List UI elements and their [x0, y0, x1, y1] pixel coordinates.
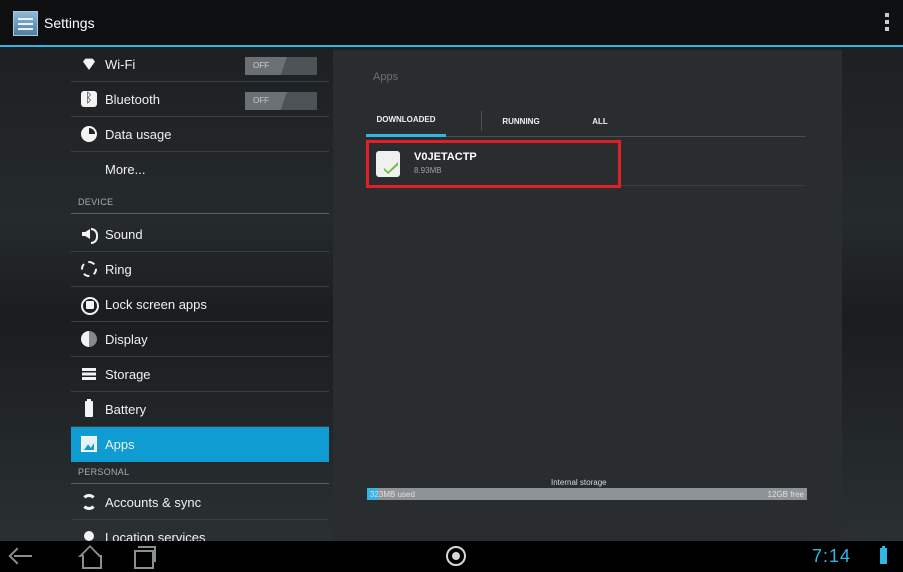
section-header-label: PERSONAL: [78, 467, 130, 477]
section-header-device: DEVICE: [71, 192, 329, 214]
settings-item-more[interactable]: More...: [71, 152, 329, 188]
settings-item-wifi[interactable]: Wi-Fi OFF: [71, 47, 329, 82]
storage-bar: 323MB used 12GB free: [367, 488, 807, 500]
settings-item-label: More...: [105, 162, 146, 177]
settings-item-label: Display: [105, 332, 148, 347]
settings-item-label: Battery: [105, 402, 147, 417]
sync-icon: [81, 494, 97, 510]
clock: 7:14: [812, 546, 852, 566]
overflow-menu-icon[interactable]: [885, 13, 890, 33]
section-header-label: DEVICE: [78, 197, 114, 207]
settings-item-apps[interactable]: Apps: [71, 427, 329, 462]
apps-pane: Apps DOWNLOADED RUNNING ALL V0JETACTP 8.…: [333, 50, 842, 541]
data-usage-icon: [81, 126, 97, 142]
highlight-box: [366, 140, 621, 188]
speaker-icon: [81, 226, 98, 244]
settings-item-data-usage[interactable]: Data usage: [71, 117, 329, 152]
settings-item-label: Lock screen apps: [105, 297, 207, 312]
recent-apps-icon[interactable]: [134, 546, 156, 569]
page-title: Settings: [44, 15, 95, 31]
settings-item-storage[interactable]: Storage: [71, 357, 329, 392]
toggle-state: OFF: [253, 61, 269, 70]
settings-item-label: Data usage: [105, 127, 172, 142]
settings-item-display[interactable]: Display: [71, 322, 329, 357]
ring-icon: [81, 261, 97, 277]
settings-item-sound[interactable]: Sound: [71, 217, 329, 252]
settings-item-lock-screen-apps[interactable]: Lock screen apps: [71, 287, 329, 322]
settings-item-label: Sound: [105, 227, 143, 242]
apps-icon: [81, 436, 97, 452]
wifi-icon: [81, 56, 97, 72]
apps-tabs: DOWNLOADED RUNNING ALL: [366, 105, 805, 137]
back-icon[interactable]: [8, 546, 34, 566]
wifi-toggle[interactable]: OFF: [245, 57, 317, 75]
battery-status-icon: [880, 546, 887, 564]
notification-dot-icon[interactable]: [446, 546, 466, 566]
storage-used: 323MB used: [370, 490, 415, 499]
storage-icon: [81, 366, 97, 382]
toggle-state: OFF: [253, 96, 269, 105]
bluetooth-toggle[interactable]: OFF: [245, 92, 317, 110]
settings-item-accounts-sync[interactable]: Accounts & sync: [71, 485, 329, 520]
navigation-bar: 7:14: [0, 541, 903, 572]
settings-item-label: Location services: [105, 530, 206, 541]
settings-app-icon[interactable]: [13, 11, 38, 36]
settings-item-bluetooth[interactable]: Bluetooth OFF: [71, 82, 329, 117]
settings-item-location-services[interactable]: Location services: [71, 520, 329, 541]
settings-item-label: Wi-Fi: [105, 57, 136, 72]
pane-title: Apps: [373, 71, 399, 83]
tab-all[interactable]: ALL: [560, 105, 640, 137]
settings-item-label: Accounts & sync: [105, 495, 202, 510]
lock-icon: [81, 296, 99, 315]
settings-list: Wi-Fi OFF Bluetooth OFF Data usage More.…: [71, 47, 329, 541]
settings-item-label: Ring: [105, 262, 132, 277]
settings-item-ring[interactable]: Ring: [71, 252, 329, 287]
section-header-personal: PERSONAL: [71, 462, 329, 484]
settings-item-label: Bluetooth: [105, 92, 160, 107]
settings-item-label: Apps: [105, 437, 135, 452]
battery-icon: [81, 399, 97, 417]
location-icon: [81, 529, 97, 541]
display-icon: [81, 331, 97, 347]
settings-item-battery[interactable]: Battery: [71, 392, 329, 427]
tab-downloaded[interactable]: DOWNLOADED: [366, 105, 446, 137]
settings-item-label: Storage: [105, 367, 151, 382]
tab-running[interactable]: RUNNING: [482, 105, 560, 137]
home-icon[interactable]: [78, 545, 102, 569]
bluetooth-icon: [81, 90, 97, 107]
action-bar: Settings: [0, 0, 903, 47]
storage-free: 12GB free: [767, 490, 804, 499]
storage-label: Internal storage: [551, 478, 607, 487]
